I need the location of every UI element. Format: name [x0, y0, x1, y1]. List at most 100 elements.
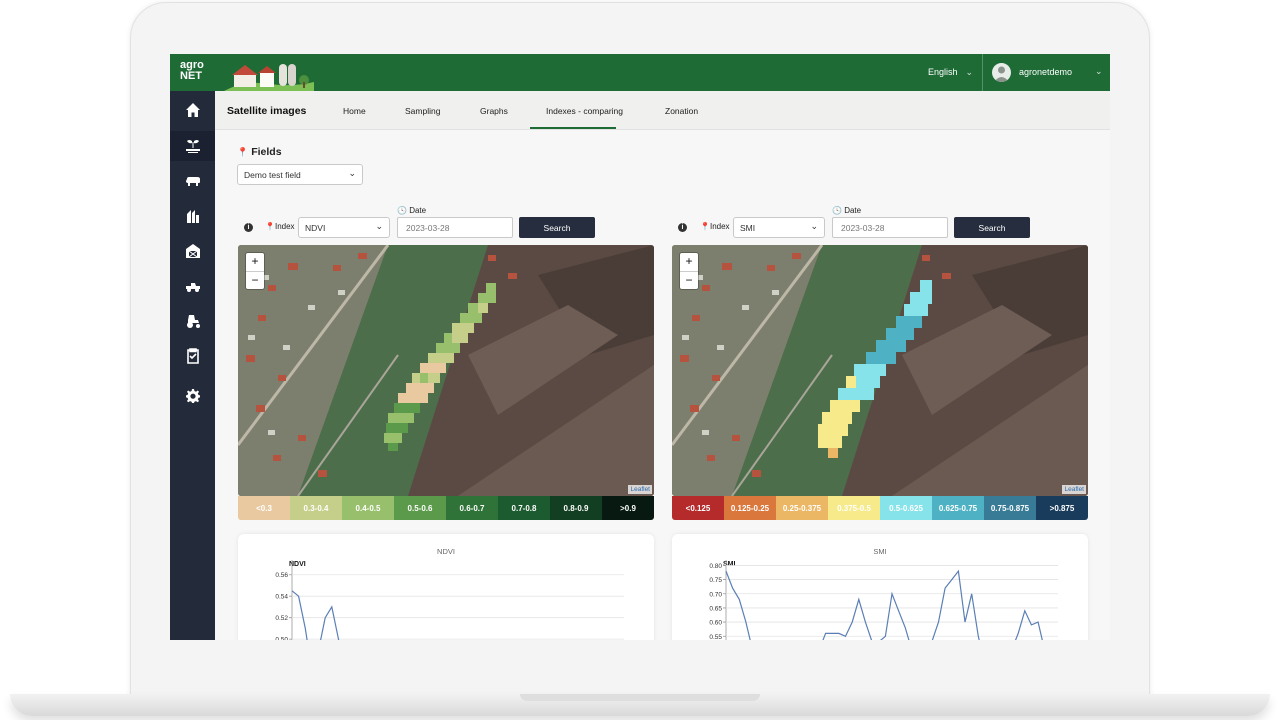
ndvi-legend: <0.3 0.3-0.4 0.4-0.5 0.5-0.6 0.6-0.7 0.7-0.8 0… [238, 496, 654, 520]
y-tick-label: 0.56 [275, 572, 288, 579]
y-axis-label: NDVI [289, 561, 306, 568]
user-menu[interactable]: agronetdemo ⌄ [982, 54, 1110, 91]
map-attribution[interactable]: Leaflet [1062, 485, 1086, 494]
legend-item: 0.4-0.5 [342, 496, 394, 520]
chart-title: NDVI [437, 547, 455, 556]
storage-icon[interactable] [170, 201, 215, 231]
zoom-control: + − [246, 253, 264, 289]
y-tick-label: 0.80 [709, 563, 722, 570]
series-line [725, 569, 1043, 640]
ndvi-map[interactable]: + − Leaflet [238, 245, 654, 496]
home-icon[interactable] [170, 95, 215, 125]
username-label: agronetdemo [1019, 67, 1073, 77]
tab-indexes-comparing[interactable]: Indexes - comparing [546, 106, 623, 116]
zoom-in-button[interactable]: + [246, 253, 264, 271]
smi-line-chart: SMISMI0.800.750.700.650.600.550.500.45 [709, 547, 1058, 640]
smi-legend: <0.125 0.125-0.25 0.25-0.375 0.375-0.5 0.5-0… [672, 496, 1088, 520]
legend-item: 0.125-0.25 [724, 496, 776, 520]
legend-item: <0.125 [672, 496, 724, 520]
plant-icon[interactable] [170, 131, 215, 161]
tasks-icon[interactable] [170, 341, 215, 371]
legend-item: 0.5-0.6 [394, 496, 446, 520]
zoom-out-button[interactable]: − [680, 271, 698, 289]
y-tick-label: 0.70 [709, 591, 722, 598]
satellite-imagery [238, 245, 654, 496]
legend-item: >0.875 [1036, 496, 1088, 520]
laptop-notch [520, 694, 760, 701]
legend-item: 0.75-0.875 [984, 496, 1036, 520]
search-button[interactable]: Search [954, 217, 1030, 238]
zoom-out-button[interactable]: − [246, 271, 264, 289]
legend-item: 0.25-0.375 [776, 496, 828, 520]
chevron-down-icon: ⌄ [1095, 66, 1103, 76]
date-input[interactable]: 2023-03-28 [832, 217, 948, 238]
y-tick-label: 0.60 [709, 620, 722, 627]
legend-item: >0.9 [602, 496, 654, 520]
map-pin-icon: 📍 [265, 222, 275, 231]
tab-sampling[interactable]: Sampling [405, 106, 440, 116]
y-tick-label: 0.52 [275, 615, 288, 622]
legend-item: 0.375-0.5 [828, 496, 880, 520]
agronet-logo[interactable]: agro NET [180, 60, 214, 86]
satellite-imagery [672, 245, 1088, 496]
page-title: Satellite images [227, 105, 307, 117]
y-axis-label: SMI [723, 561, 736, 568]
machinery-icon[interactable] [170, 271, 215, 301]
ndvi-line-chart: NDVINDVI0.560.540.520.500.48 [275, 547, 624, 640]
legend-item: <0.3 [238, 496, 290, 520]
legend-item: 0.7-0.8 [498, 496, 550, 520]
smi-chart-card: SMISMI0.800.750.700.650.600.550.500.45 [672, 534, 1088, 640]
info-icon[interactable]: i [244, 223, 253, 232]
chevron-down-icon: ⌄ [348, 168, 356, 178]
barn-icon[interactable] [170, 236, 215, 266]
top-navbar: agro NET English ⌄ agronetdemo ⌄ [170, 54, 1110, 91]
tab-bar: Satellite images Home Sampling Graphs In… [215, 91, 1110, 130]
date-input[interactable]: 2023-03-28 [397, 217, 513, 238]
zoom-control: + − [680, 253, 698, 289]
series-line [291, 590, 340, 640]
legend-item: 0.3-0.4 [290, 496, 342, 520]
field-select[interactable]: Demo test field ⌄ [237, 164, 363, 185]
legend-item: 0.6-0.7 [446, 496, 498, 520]
chevron-down-icon: ⌄ [965, 67, 974, 77]
clock-icon: 🕓 [832, 206, 842, 215]
farm-illustration [224, 64, 314, 91]
search-button[interactable]: Search [519, 217, 595, 238]
active-tab-indicator [530, 127, 616, 129]
clock-icon: 🕓 [397, 206, 407, 215]
gear-icon[interactable] [170, 381, 215, 411]
language-selector[interactable]: English ⌄ [928, 67, 973, 78]
fields-heading: 📍 Fields [237, 146, 282, 158]
info-icon[interactable]: i [678, 223, 687, 232]
legend-item: 0.8-0.9 [550, 496, 602, 520]
y-tick-label: 0.75 [709, 577, 722, 584]
chevron-down-icon: ⌄ [375, 221, 383, 231]
tractor-icon[interactable] [170, 306, 215, 336]
y-tick-label: 0.50 [275, 637, 288, 640]
device-frame: agro NET English ⌄ agronetdemo ⌄ Satelli… [0, 0, 1280, 720]
app-screen: agro NET English ⌄ agronetdemo ⌄ Satelli… [170, 54, 1110, 640]
tab-home[interactable]: Home [343, 106, 366, 116]
cattle-icon[interactable] [170, 166, 215, 196]
ndvi-chart-card: NDVINDVI0.560.540.520.500.48 [238, 534, 654, 640]
date-label: 🕓 Date [832, 206, 862, 215]
chevron-down-icon: ⌄ [810, 221, 818, 231]
zoom-in-button[interactable]: + [680, 253, 698, 271]
avatar [992, 63, 1011, 82]
tab-graphs[interactable]: Graphs [480, 106, 508, 116]
chart-title: SMI [873, 547, 886, 556]
index-label: 📍Index [700, 222, 730, 231]
sidebar [170, 91, 215, 640]
index-select[interactable]: NDVI ⌄ [298, 217, 390, 238]
map-attribution[interactable]: Leaflet [628, 485, 652, 494]
index-label: 📍Index [265, 222, 295, 231]
legend-item: 0.5-0.625 [880, 496, 932, 520]
tab-zonation[interactable]: Zonation [665, 106, 698, 116]
smi-map[interactable]: + − Leaflet [672, 245, 1088, 496]
y-tick-label: 0.55 [709, 634, 722, 640]
y-tick-label: 0.65 [709, 605, 722, 612]
index-select[interactable]: SMI ⌄ [733, 217, 825, 238]
y-tick-label: 0.54 [275, 594, 288, 601]
map-pin-icon: 📍 [700, 222, 710, 231]
legend-item: 0.625-0.75 [932, 496, 984, 520]
